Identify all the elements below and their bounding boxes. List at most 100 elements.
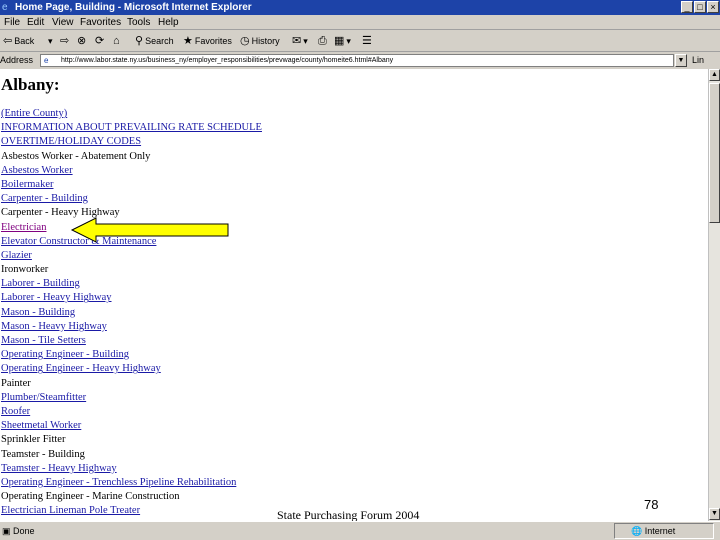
list-item[interactable]: Boilermaker [1,178,262,192]
menu-tools[interactable]: Tools [127,15,150,30]
home-button[interactable]: ⌂ [113,30,122,52]
list-item[interactable]: Roofer [1,405,262,419]
list-item-label: Mason - Tile Setters [1,335,86,346]
list-item-label: Laborer - Building [1,278,80,290]
back-label: Back [14,36,35,46]
list-item-label: (Entire County) [1,108,68,119]
page-done-icon: ▣ [2,526,11,536]
home-icon: ⌂ [113,35,120,47]
standard-toolbar: ⇦ Back ▾ ⇨ ⊗ ⟳ ⌂ ⚲ Search ★ Favorites ◷ Hist… [0,30,720,52]
list-item[interactable]: Mason - Tile Setters [1,334,262,348]
list-item[interactable]: INFORMATION ABOUT PREVAILING RATE SCHEDU… [1,121,262,135]
back-arrow-icon: ⇦ [3,35,13,47]
list-item[interactable]: Operating Engineer - Trenchless Pipeline… [1,476,262,490]
address-dropdown[interactable]: ▼ [675,54,687,67]
page-content: Albany: (Entire County) INFORMATION ABOU… [0,69,708,521]
list-item[interactable]: Plumber/Steamfitter [1,391,262,405]
minimize-button[interactable]: _ [681,1,693,13]
arrow-shape [70,217,229,243]
list-item-label: Boilermaker [1,178,54,190]
list-item[interactable]: Mason - Building [1,306,262,320]
mail-button[interactable]: ✉ ▾ [292,30,308,52]
search-label: Search [145,36,174,46]
county-heading: Albany: [1,75,60,94]
menu-help[interactable]: Help [158,15,179,30]
trade-list: (Entire County) INFORMATION ABOUT PREVAI… [1,107,262,518]
maximize-button[interactable]: □ [694,1,706,13]
list-item[interactable]: Carpenter - Building [1,192,262,206]
list-item[interactable]: Laborer - Heavy Highway [1,291,262,305]
scroll-up-button[interactable]: ▲ [709,69,720,81]
forward-button[interactable]: ⇨ [60,30,71,52]
address-url: http://www.labor.state.ny.us/business_ny… [61,57,394,64]
list-item[interactable]: Operating Engineer - Building [1,348,262,362]
list-item[interactable]: Operating Engineer - Heavy Highway [1,362,262,376]
list-item[interactable]: Glazier [1,249,262,263]
edit-icon: ▦ [334,35,345,47]
stop-icon: ⊗ [77,35,87,47]
list-item-label: Painter [1,377,31,389]
list-item-label: Asbestos Worker [1,164,73,176]
favorites-button[interactable]: ★ Favorites [183,30,232,52]
ie-logo-icon: e [2,2,8,13]
menu-file[interactable]: File [4,15,20,30]
menu-view[interactable]: View [52,15,74,30]
list-item-label: Teamster - Building [1,448,85,460]
forward-arrow-icon: ⇨ [60,35,70,47]
internet-globe-icon: 🌐 [631,526,643,536]
list-item-label: Mason - Heavy Highway [1,320,107,332]
list-item-label: Laborer - Heavy Highway [1,292,112,304]
status-bar: ▣ Done 🌐 Internet [0,521,720,540]
edit-button[interactable]: ▦ ▾ [334,30,351,52]
zone-label: Internet [644,526,676,536]
search-button[interactable]: ⚲ Search [135,30,174,52]
stop-button[interactable]: ⊗ [77,30,88,52]
list-item-label: Sprinkler Fitter [1,434,66,446]
list-item-label: Electrician [1,221,47,233]
list-item-label: Asbestos Worker - Abatement Only [1,150,151,162]
list-item-label: Electrician Lineman Pole Treater [1,505,141,517]
history-icon: ◷ [240,35,250,47]
links-button[interactable]: Lin [692,52,704,69]
back-dropdown[interactable]: ▾ [48,30,53,52]
address-input[interactable]: e http://www.labor.state.ny.us/business_… [40,54,674,67]
list-item-label: Roofer [1,405,31,417]
favorites-icon: ★ [183,35,193,47]
list-item-label: Glazier [1,249,32,261]
list-item-label: INFORMATION ABOUT PREVAILING RATE SCHEDU… [1,122,262,134]
list-item-label: Teamster - Heavy Highway [1,462,117,474]
discuss-button[interactable]: ☰ [362,30,374,52]
scroll-thumb[interactable] [709,83,720,223]
refresh-button[interactable]: ⟳ [95,30,106,52]
menu-edit[interactable]: Edit [27,15,44,30]
list-item: Painter [1,377,262,391]
slide-page-number: 78 [644,497,659,512]
list-item[interactable]: Laborer - Building [1,277,262,291]
status-text: ▣ Done [2,522,35,540]
back-button[interactable]: ⇦ Back [3,30,34,52]
list-item[interactable]: Sheetmetal Worker [1,419,262,433]
list-item-label: Operating Engineer - Building [1,349,130,361]
menu-favorites[interactable]: Favorites [80,15,121,30]
list-item[interactable]: Mason - Heavy Highway [1,320,262,334]
list-item[interactable]: OVERTIME/HOLIDAY CODES [1,135,262,149]
vertical-scrollbar[interactable]: ▲ ▼ [708,69,720,521]
list-item[interactable]: Asbestos Worker [1,164,262,178]
list-item: Ironworker [1,263,262,277]
list-item-label: Carpenter - Building [1,193,88,205]
list-item[interactable]: (Entire County) [1,107,262,121]
list-item[interactable]: Electrician Lineman Pole Treater [1,504,262,518]
page-icon: e [44,56,49,65]
search-icon: ⚲ [135,35,144,47]
close-button[interactable]: × [707,1,719,13]
list-item: Asbestos Worker - Abatement Only [1,150,262,164]
address-bar: Address e http://www.labor.state.ny.us/b… [0,52,720,69]
scroll-down-button[interactable]: ▼ [709,508,720,520]
print-icon: ⎙ [318,35,327,47]
list-item-label: Operating Engineer - Marine Construction [1,491,180,503]
history-button[interactable]: ◷ History [240,30,280,52]
list-item-label: Operating Engineer - Heavy Highway [1,363,161,375]
list-item[interactable]: Teamster - Heavy Highway [1,462,262,476]
print-button[interactable]: ⎙ [318,30,329,52]
window-title: Home Page, Building - Microsoft Internet… [15,2,252,13]
